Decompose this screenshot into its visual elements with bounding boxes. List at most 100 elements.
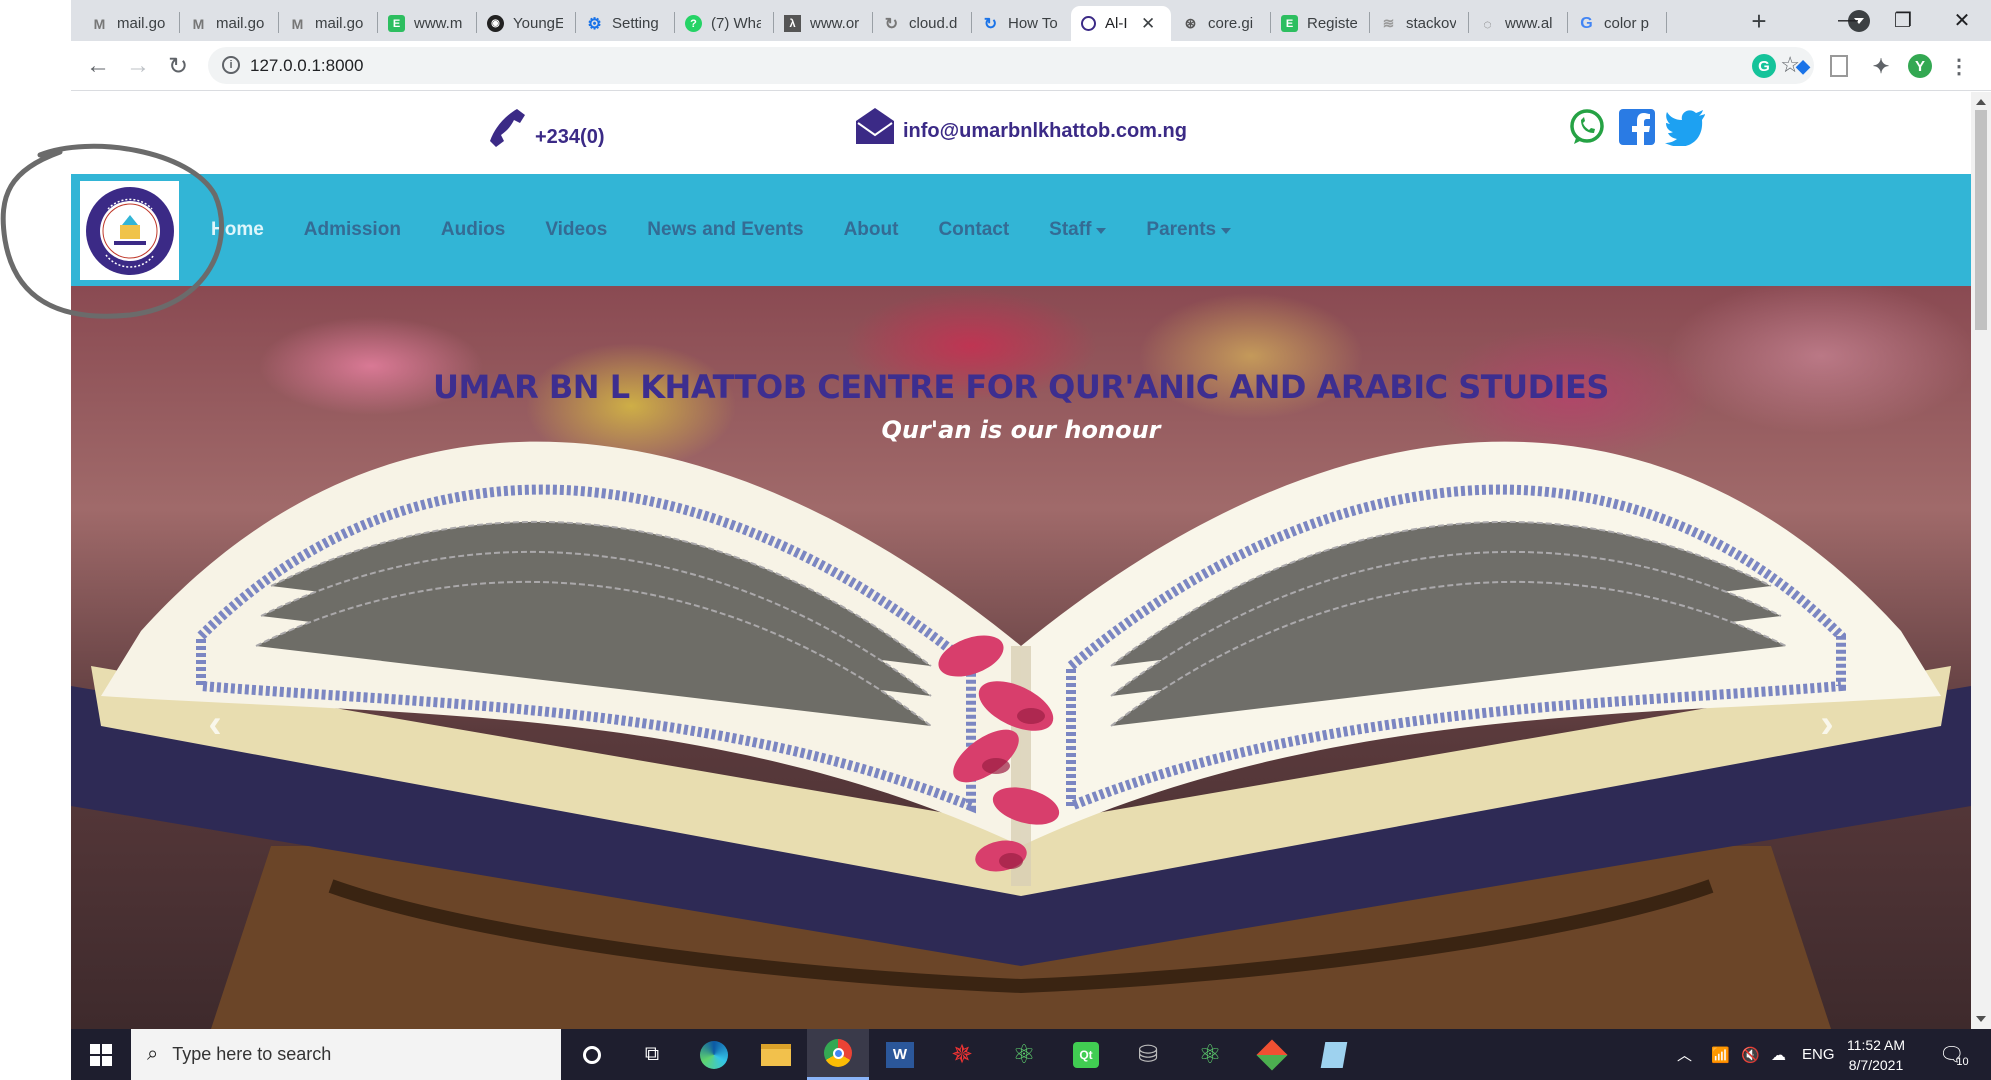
extensions-puzzle-icon[interactable]: ✦	[1869, 54, 1893, 78]
notepad-icon[interactable]	[1303, 1029, 1365, 1080]
nav-news-and-events[interactable]: News and Events	[647, 219, 803, 241]
tab-label: www.al	[1505, 15, 1553, 32]
onedrive-icon[interactable]: ☁	[1771, 1029, 1786, 1080]
new-tab-button[interactable]: +	[1744, 6, 1774, 36]
restore-icon[interactable]: ❐	[1883, 4, 1923, 36]
stackoverflow-icon: ≋	[1382, 15, 1395, 31]
reload-icon[interactable]: ↻	[161, 49, 195, 83]
close-window-icon[interactable]: ✕	[1942, 4, 1982, 36]
carousel-prev-icon[interactable]: ‹	[203, 702, 227, 746]
evernote-icon: E	[1281, 15, 1298, 32]
forward-icon[interactable]: →	[121, 49, 155, 83]
browser-tab[interactable]: ⚙ Setting	[576, 6, 674, 41]
browser-tab[interactable]: M mail.go	[180, 6, 278, 41]
tab-label: mail.go	[315, 15, 364, 32]
facebook-link[interactable]	[1618, 108, 1656, 151]
main-navbar: Home Admission Audios Videos News and Ev…	[71, 174, 1971, 286]
atom-editor-icon[interactable]: ⚛	[1179, 1029, 1241, 1080]
page-scrollbar[interactable]	[1971, 92, 1991, 1029]
volume-muted-icon[interactable]: 🔇	[1741, 1029, 1760, 1080]
browser-tab[interactable]: ◉ YoungE	[477, 6, 575, 41]
wifi-icon[interactable]: 📶	[1711, 1029, 1730, 1080]
browser-tab[interactable]: ≋ stackov	[1370, 6, 1468, 41]
database-icon[interactable]: ⛁	[1117, 1029, 1179, 1080]
nav-links: Home Admission Audios Videos News and Ev…	[211, 174, 1271, 286]
spider-app-icon[interactable]: ✵	[931, 1029, 993, 1080]
word-icon[interactable]: W	[869, 1029, 931, 1080]
carousel-next-icon[interactable]: ›	[1815, 702, 1839, 746]
windows-start-icon[interactable]	[71, 1029, 131, 1080]
browser-tab[interactable]: ⊛ core.gi	[1172, 6, 1270, 41]
twitter-link[interactable]	[1665, 108, 1707, 151]
caret-down-icon	[1221, 227, 1232, 239]
site-info-icon[interactable]: i	[222, 56, 240, 74]
browser-tab[interactable]: E www.m	[378, 6, 476, 41]
edge-icon[interactable]	[683, 1029, 745, 1080]
grammarly-icon[interactable]: G	[1752, 54, 1776, 78]
browser-tab[interactable]: G color p	[1568, 6, 1666, 41]
nav-staff-dropdown[interactable]: Staff	[1049, 219, 1107, 241]
gear-icon: ⚙	[587, 15, 602, 33]
language-indicator[interactable]: ENG	[1802, 1029, 1835, 1080]
atom-icon[interactable]: ⚛	[993, 1029, 1055, 1080]
tab-label: Al-I	[1105, 15, 1127, 32]
browser-tab[interactable]: λ www.or	[774, 6, 872, 41]
core-icon: ⊛	[1184, 15, 1197, 31]
nav-contact[interactable]: Contact	[938, 219, 1009, 241]
chrome-icon[interactable]	[807, 1029, 869, 1080]
scrollbar-thumb[interactable]	[1975, 110, 1987, 330]
browser-tab[interactable]: E Registe	[1271, 6, 1369, 41]
nav-about[interactable]: About	[844, 219, 899, 241]
notification-center-icon[interactable]: 🗨 10	[1939, 1029, 1969, 1080]
address-url[interactable]: 127.0.0.1:8000	[250, 56, 363, 76]
task-view-icon[interactable]: ⧉	[621, 1029, 683, 1080]
taskbar-search-box[interactable]: ⌕ Type here to search	[131, 1029, 561, 1080]
browser-tab[interactable]: ? (7) Wha	[675, 6, 773, 41]
minimize-icon[interactable]: —	[1828, 4, 1868, 36]
system-clock[interactable]: 11:52 AM 8/7/2021	[1831, 1035, 1921, 1075]
extension-cap-icon[interactable]: ◆	[1791, 54, 1815, 78]
whatsapp-icon: ?	[685, 15, 702, 32]
site-logo-icon	[1081, 16, 1096, 31]
contact-bar: +234(0) info@umarbnlkhattob.com.ng	[71, 92, 1971, 174]
git-tool-icon[interactable]	[1241, 1029, 1303, 1080]
nav-parents-dropdown[interactable]: Parents	[1146, 219, 1232, 241]
file-explorer-icon[interactable]	[745, 1029, 807, 1080]
scroll-down-icon[interactable]	[1976, 1016, 1986, 1027]
scroll-up-icon[interactable]	[1976, 94, 1986, 105]
cortana-icon[interactable]	[561, 1029, 623, 1080]
clock-date: 8/7/2021	[1848, 1057, 1904, 1073]
phone-contact[interactable]: +234(0)	[487, 107, 605, 149]
nav-audios[interactable]: Audios	[441, 219, 505, 241]
profile-avatar[interactable]: Y	[1908, 54, 1932, 78]
browser-menu-icon[interactable]: ⋮	[1947, 54, 1971, 78]
hero-title: UMAR BN L KHATTOB CENTRE FOR QUR'ANIC AN…	[433, 368, 1609, 406]
nav-home[interactable]: Home	[211, 219, 264, 241]
browser-tab[interactable]: ↻ How To	[972, 6, 1070, 41]
back-icon[interactable]: ←	[81, 49, 115, 83]
whatsapp-link[interactable]	[1568, 108, 1606, 151]
school-logo[interactable]	[80, 181, 179, 280]
tab-label: core.gi	[1208, 15, 1254, 32]
browser-tab[interactable]: M mail.go	[81, 6, 179, 41]
address-bar[interactable]: i 127.0.0.1:8000 ☆	[208, 47, 1814, 84]
browser-tab-active[interactable]: Al-I ✕	[1071, 6, 1171, 41]
browser-tab[interactable]: M mail.go	[279, 6, 377, 41]
browser-tab[interactable]: ↻ cloud.d	[873, 6, 971, 41]
google-icon: G	[1580, 14, 1593, 32]
notification-count: 10	[1956, 1055, 1969, 1068]
gmail-icon: M	[93, 15, 106, 32]
close-tab-icon[interactable]: ✕	[1141, 14, 1155, 34]
github-icon: ◉	[487, 15, 504, 32]
page-icon[interactable]	[1830, 55, 1848, 77]
twitter-icon	[1665, 110, 1705, 147]
email-contact[interactable]: info@umarbnlkhattob.com.ng	[855, 107, 1187, 145]
taskbar-search-placeholder: Type here to search	[172, 1044, 332, 1064]
qt-icon[interactable]: Qt	[1055, 1029, 1117, 1080]
browser-tab[interactable]: ◌ www.al	[1469, 6, 1567, 41]
nav-videos[interactable]: Videos	[545, 219, 607, 241]
school-seal-icon	[85, 186, 174, 275]
show-hidden-icons[interactable]: ︿	[1677, 1029, 1692, 1080]
nav-admission[interactable]: Admission	[304, 219, 401, 241]
tab-label: Setting	[612, 15, 659, 32]
